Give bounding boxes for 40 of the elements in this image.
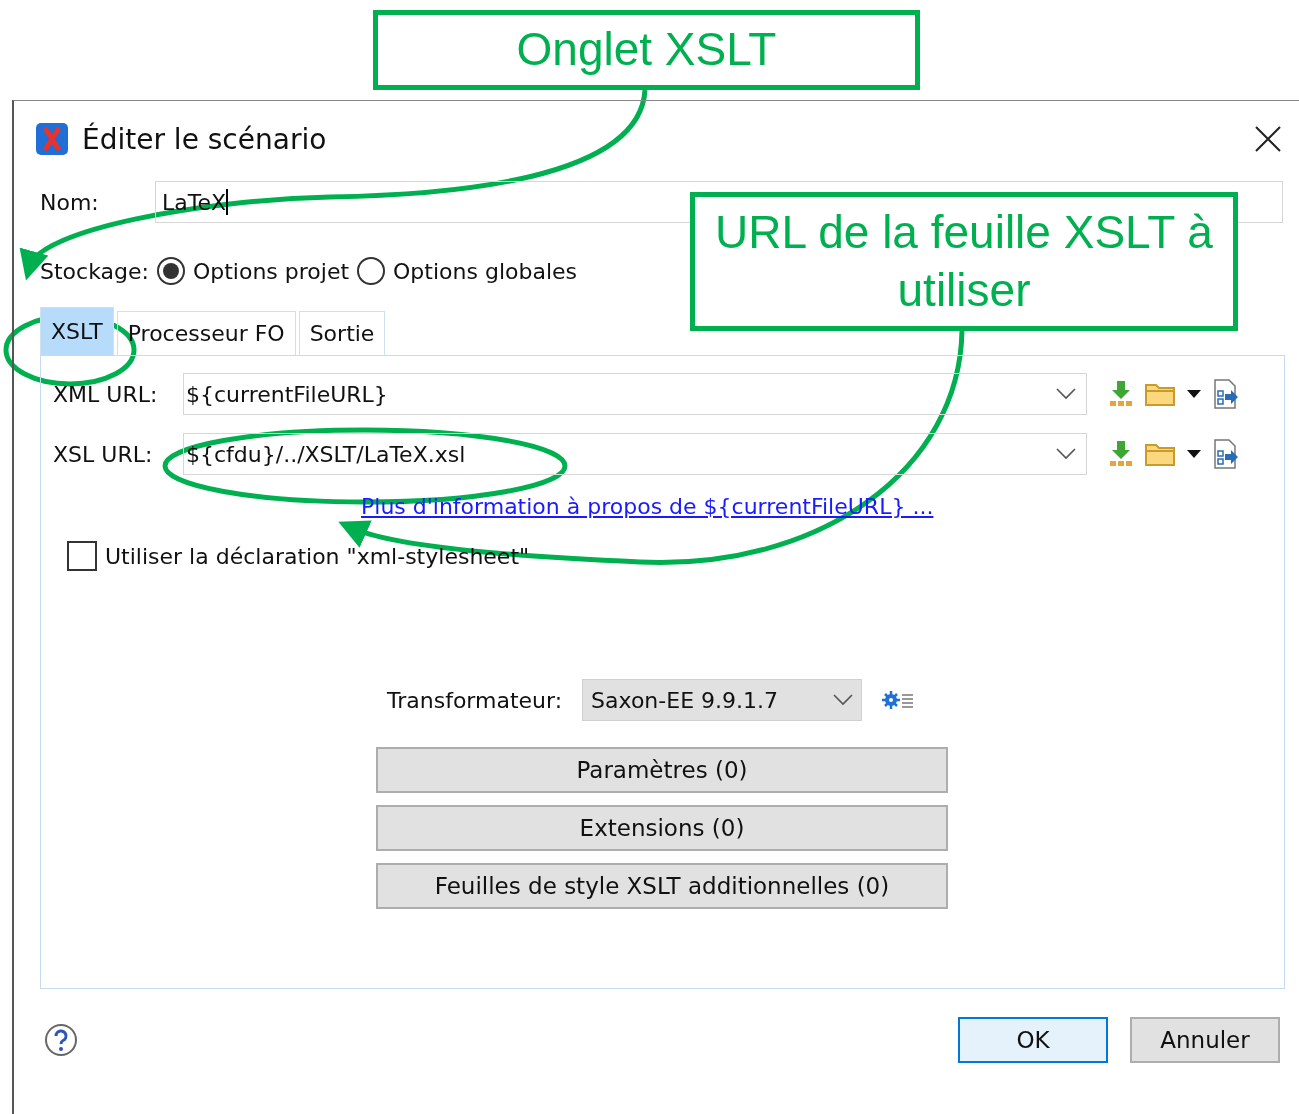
callout-label: Onglet XSLT [373,10,920,90]
url-label: XML URL: [53,381,159,407]
name-label: Nom: [40,189,100,215]
storage-label: Stockage: [40,258,149,284]
download-icon[interactable] [1109,381,1133,407]
url-label: XSL URL: [53,441,154,467]
tab[interactable]: XSLT [40,307,114,355]
tab[interactable]: Sortie [298,311,386,355]
url-combo-field[interactable]: ${currentFileURL} [183,373,1087,415]
folder-icon[interactable] [1145,442,1175,466]
panel-button[interactable]: Feuilles de style XSLT additionnelles (0) [376,863,948,909]
tab[interactable]: Processeur FO [116,311,296,355]
dialog-button[interactable]: Annuler [1130,1017,1280,1063]
window-title: Éditer le scénario [82,122,328,156]
dropdown-arrow-icon[interactable] [1187,390,1201,398]
dialog-button[interactable]: OK [958,1017,1108,1063]
transformer-select[interactable]: Saxon-EE 9.9.1.7 [582,679,863,721]
chevron-down-icon[interactable] [1056,448,1076,460]
app-logo-icon [36,123,68,155]
transformer-label: Transformateur: [387,687,563,713]
radio-button[interactable] [156,257,185,285]
radio-label[interactable]: Options globales [393,258,578,284]
chevron-down-icon[interactable] [833,694,854,706]
dropdown-arrow-icon[interactable] [1187,450,1201,458]
gear-list-icon[interactable] [882,690,915,710]
callout-label: URL de la feuille XSLT à utiliser [690,192,1238,331]
panel-button[interactable]: Paramètres (0) [376,747,948,793]
radio-label[interactable]: Options projet [192,258,350,284]
close-icon[interactable] [1255,126,1281,152]
download-icon[interactable] [1109,441,1133,467]
document-arrow-icon[interactable] [1213,439,1239,469]
panel-button[interactable]: Extensions (0) [376,805,948,851]
checkbox-label[interactable]: Utiliser la déclaration "xml-stylesheet" [105,543,530,569]
url-combo-field[interactable]: ${cfdu}/../XSLT/LaTeX.xsl [183,433,1087,475]
help-icon[interactable] [44,1023,78,1057]
radio-button[interactable] [357,257,386,285]
folder-icon[interactable] [1145,382,1175,406]
document-arrow-icon[interactable] [1213,379,1239,409]
chevron-down-icon[interactable] [1056,388,1076,400]
checkbox[interactable] [67,541,97,571]
